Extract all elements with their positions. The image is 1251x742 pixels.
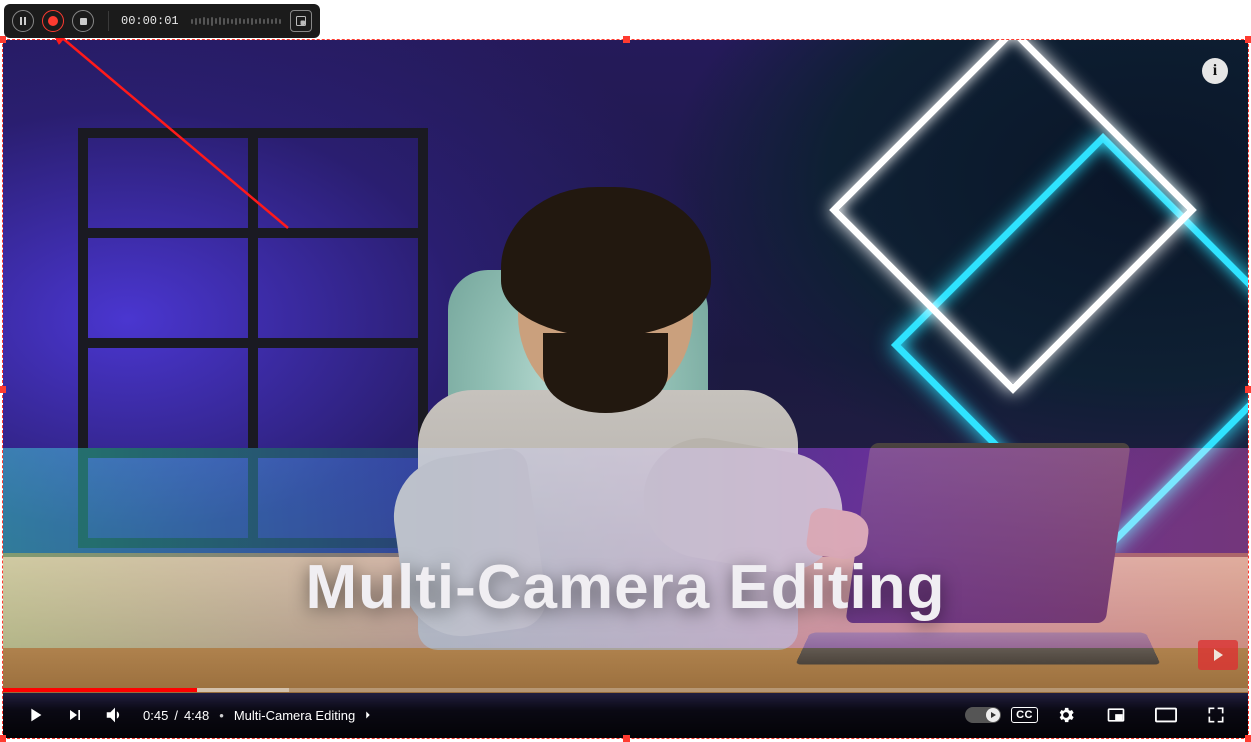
divider — [108, 11, 109, 31]
video-info-card-button[interactable]: i — [1202, 58, 1228, 84]
video-frame: Multi-Camera Editing — [3, 40, 1248, 738]
recorder-record-button[interactable] — [42, 10, 64, 32]
theater-mode-button[interactable] — [1148, 697, 1184, 733]
autoplay-toggle[interactable] — [965, 707, 1001, 723]
recorder-region-button[interactable] — [290, 10, 312, 32]
next-button[interactable] — [57, 697, 93, 733]
settings-button[interactable] — [1048, 697, 1084, 733]
time-display: 0:45 / 4:48 Multi-Camera Editing — [143, 708, 375, 723]
recorder-waveform — [185, 17, 290, 26]
duration: 4:48 — [184, 708, 209, 723]
video-control-bar: 0:45 / 4:48 Multi-Camera Editing CC — [3, 692, 1248, 738]
recorder-elapsed-time: 00:00:01 — [115, 14, 185, 28]
captions-button[interactable]: CC — [1011, 707, 1038, 723]
video-caption-overlay: Multi-Camera Editing — [3, 552, 1248, 623]
recorder-pause-button[interactable] — [12, 10, 34, 32]
video-player[interactable]: Multi-Camera Editing i 0:45 / 4:48 Multi… — [3, 40, 1248, 738]
chevron-right-icon[interactable] — [361, 708, 375, 722]
play-button[interactable] — [17, 697, 53, 733]
dot-separator — [215, 708, 228, 723]
chapter-title[interactable]: Multi-Camera Editing — [234, 708, 355, 723]
recorder-stop-button[interactable] — [72, 10, 94, 32]
fullscreen-button[interactable] — [1198, 697, 1234, 733]
miniplayer-button[interactable] — [1098, 697, 1134, 733]
volume-button[interactable] — [97, 697, 133, 733]
current-time: 0:45 — [143, 708, 168, 723]
recorder-toolbar: 00:00:01 — [4, 4, 320, 38]
time-separator: / — [174, 708, 178, 723]
channel-watermark[interactable] — [1198, 640, 1238, 670]
